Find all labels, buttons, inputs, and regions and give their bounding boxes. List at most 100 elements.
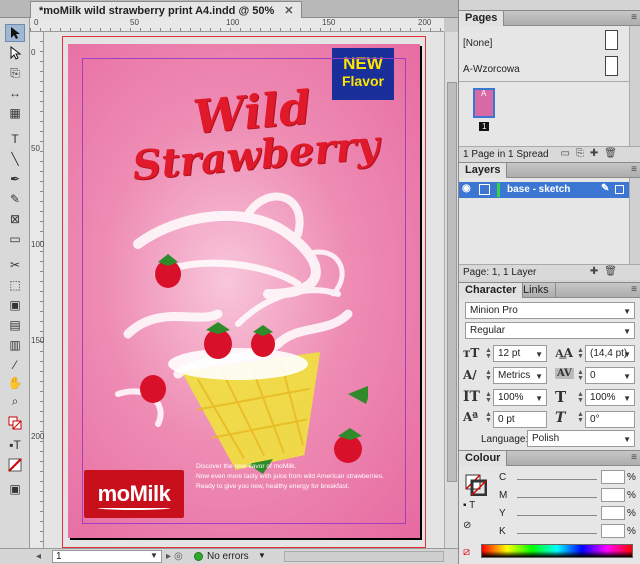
apply-none-swatch-icon[interactable]: ⊘	[463, 520, 471, 531]
poster-artwork[interactable]: NEW Flavor Wild Strawberry moMilk Discov…	[68, 44, 420, 538]
rectangle-tool-icon[interactable]: ▭	[5, 230, 25, 248]
note-tool-icon[interactable]: ▥	[5, 336, 25, 354]
horizontal-scrollbar[interactable]	[284, 551, 444, 562]
tab-layers[interactable]: Layers	[459, 163, 508, 178]
screen-mode-icon[interactable]: ▣	[5, 480, 25, 498]
master-none-thumbnail[interactable]	[605, 30, 618, 50]
document-tab[interactable]: *moMilk wild strawberry print A4.indd @ …	[30, 1, 303, 18]
tab-colour[interactable]: Colour	[459, 451, 508, 466]
formatting-container-icon[interactable]: ▪ T	[463, 500, 475, 511]
pen-tool-icon[interactable]: ✒	[5, 170, 25, 188]
channel-c-input[interactable]	[601, 470, 625, 484]
selection-tool-icon[interactable]	[5, 24, 25, 42]
free-transform-tool-icon[interactable]: ⬚	[5, 276, 25, 294]
language-select[interactable]: Polish ▼	[527, 430, 635, 447]
stepper-icon[interactable]: ▲ ▼	[485, 347, 492, 360]
visibility-eye-icon[interactable]: ◉	[462, 183, 471, 194]
vertical-scale-field[interactable]: 100% ▼	[493, 389, 547, 406]
panel-menu-icon[interactable]: ≡	[631, 452, 637, 463]
hand-tool-icon[interactable]: ✋	[5, 374, 25, 392]
baseline-shift-field[interactable]: 0 pt	[493, 411, 547, 428]
tab-character[interactable]: Character	[459, 283, 524, 298]
stepper-icon[interactable]: ▲ ▼	[577, 347, 584, 360]
master-a-wzorcowa[interactable]: A-Wzorcowa	[463, 64, 520, 75]
colour-panel-header[interactable]: Colour ≡	[459, 450, 640, 466]
channel-m-slider[interactable]	[517, 492, 597, 498]
character-panel-header[interactable]: Character Links ≡	[459, 282, 640, 298]
channel-c-slider[interactable]	[517, 474, 597, 480]
fill-stroke-swatch-icon[interactable]	[465, 474, 487, 496]
gap-tool-icon[interactable]: ↔	[5, 84, 25, 102]
next-page-icon[interactable]: ▸	[166, 551, 171, 562]
type-tool-icon[interactable]: T	[5, 130, 25, 148]
apply-none-icon[interactable]	[5, 456, 25, 474]
font-family-select[interactable]: Minion Pro ▼	[465, 302, 635, 319]
skew-field[interactable]: 0°	[585, 411, 635, 428]
stepper-icon[interactable]: ▲ ▼	[485, 369, 492, 382]
momilk-logo[interactable]: moMilk	[84, 470, 184, 518]
pages-scrollbar[interactable]	[629, 26, 640, 146]
preflight-icon[interactable]: ◎	[174, 551, 183, 562]
tab-pages[interactable]: Pages	[459, 11, 505, 26]
document-vertical-scrollbar[interactable]	[444, 32, 458, 548]
stepper-icon[interactable]: ▲ ▼	[577, 391, 584, 404]
panel-menu-icon[interactable]: ≡	[631, 12, 637, 23]
zoom-tool-icon[interactable]: ⌕	[5, 392, 25, 410]
layers-footer-icons[interactable]: ✚🗑	[590, 266, 623, 277]
panel-menu-icon[interactable]: ≡	[631, 164, 637, 175]
scissors-tool-icon[interactable]: ✂	[5, 256, 25, 274]
leading-field[interactable]: (14,4 pt) ▼	[585, 345, 635, 362]
line-tool-icon[interactable]: ╲	[5, 150, 25, 168]
tracking-field[interactable]: 0 ▼	[585, 367, 635, 384]
fill-stroke-icon[interactable]	[5, 414, 25, 432]
strawberry-milk-dessert-illustration[interactable]	[98, 174, 368, 474]
stepper-icon[interactable]: ▲ ▼	[577, 411, 584, 424]
layers-panel-header[interactable]: Layers ≡	[459, 162, 640, 178]
direct-selection-tool-icon[interactable]	[5, 44, 25, 62]
page-tool-icon[interactable]: ⎘	[5, 64, 25, 82]
master-a-thumbnail[interactable]	[605, 56, 618, 76]
horizontal-ruler[interactable]: 0 50 100 150 200	[30, 18, 444, 32]
stepper-icon[interactable]: ▲ ▼	[485, 411, 492, 424]
layers-scrollbar[interactable]	[629, 178, 640, 264]
font-size-field[interactable]: 12 pt ▼	[493, 345, 547, 362]
channel-y-slider[interactable]	[517, 510, 597, 516]
channel-y-input[interactable]	[601, 506, 625, 520]
none-colour-icon[interactable]: ⧄	[463, 546, 470, 559]
document-page[interactable]: NEW Flavor Wild Strawberry moMilk Discov…	[68, 44, 420, 538]
formatting-affects-container-icon[interactable]: ▪T	[5, 436, 25, 454]
font-style-select[interactable]: Regular ▼	[465, 322, 635, 339]
colour-spectrum[interactable]	[481, 544, 633, 558]
stepper-icon[interactable]: ▲ ▼	[577, 369, 584, 382]
tab-links[interactable]: Links	[517, 283, 556, 298]
vertical-ruler[interactable]: 0 50 100 150 200	[30, 32, 44, 548]
channel-m-input[interactable]	[601, 488, 625, 502]
tagline-text-frame[interactable]: Discover the new flavor of moMilk. Now e…	[196, 462, 412, 492]
eyedropper-tool-icon[interactable]: ⁄	[5, 356, 25, 374]
pasteboard[interactable]: NEW Flavor Wild Strawberry moMilk Discov…	[44, 32, 444, 548]
first-page-icon[interactable]: ◂	[36, 551, 41, 562]
gradient-tool-icon[interactable]: ▣	[5, 296, 25, 314]
pages-panel-header[interactable]: Pages ≡	[459, 10, 640, 26]
close-tab-icon[interactable]: ✕	[284, 5, 293, 17]
scrollbar-thumb[interactable]	[447, 82, 457, 482]
page-1-thumbnail[interactable]: A	[473, 88, 495, 118]
channel-k-slider[interactable]	[517, 528, 597, 534]
channel-k-input[interactable]	[601, 524, 625, 538]
panel-menu-icon[interactable]: ≡	[631, 284, 637, 295]
gradient-feather-tool-icon[interactable]: ▤	[5, 316, 25, 334]
pages-footer-icons[interactable]: ▭⎘✚🗑	[560, 148, 623, 159]
content-collector-tool-icon[interactable]: ▦	[5, 104, 25, 122]
layer-select-square-icon[interactable]	[615, 185, 624, 194]
page-number-field[interactable]: 1	[52, 550, 162, 563]
preflight-status[interactable]: No errors	[207, 551, 249, 562]
lock-toggle-icon[interactable]	[479, 184, 490, 195]
layer-row[interactable]: ◉ base - sketch ✎	[459, 182, 629, 198]
horizontal-scale-field[interactable]: 100% ▼	[585, 389, 635, 406]
stepper-icon[interactable]: ▲ ▼	[485, 391, 492, 404]
master-none[interactable]: [None]	[463, 38, 492, 49]
page-dropdown-arrow-icon[interactable]: ▼	[150, 551, 158, 560]
pencil-tool-icon[interactable]: ✎	[5, 190, 25, 208]
kerning-field[interactable]: Metrics ▼	[493, 367, 547, 384]
rectangle-frame-tool-icon[interactable]: ⊠	[5, 210, 25, 228]
